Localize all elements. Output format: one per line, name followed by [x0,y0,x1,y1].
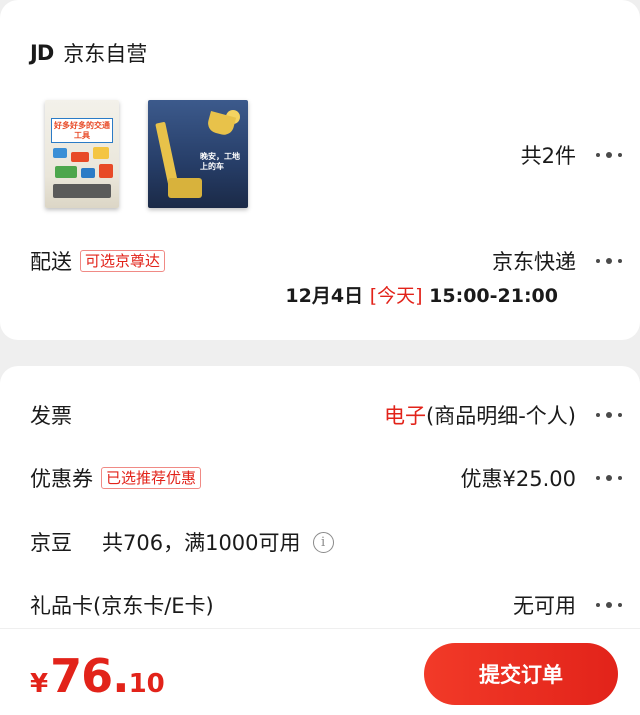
delivery-row[interactable]: 配送 可选京尊达 京东快递 [30,246,622,276]
jd-beans-row[interactable]: 京豆 共706，满1000可用 i [30,527,622,557]
more-icon[interactable] [596,251,622,271]
invoice-type: 电子 [384,404,427,428]
coupon-value: 优惠¥25.00 [460,467,576,491]
more-icon[interactable] [596,468,622,488]
gift-card-row[interactable]: 礼品卡(京东卡/E卡) 无可用 [30,590,622,620]
jd-beans-detail: 共706，满1000可用 [102,531,301,555]
delivery-window: 15:00-21:00 [429,285,558,307]
store-name: 京东自营 [63,42,148,66]
price-decimal: 10 [128,669,165,699]
more-icon[interactable] [596,405,622,425]
delivery-time: 12月4日 [今天] 15:00-21:00 [285,281,558,308]
invoice-label: 发票 [30,404,72,428]
delivery-today: [今天] [369,285,423,307]
digger-illustration [168,178,202,198]
invoice-detail: (商品明细-个人) [426,404,576,428]
more-icon[interactable] [596,145,622,165]
submit-order-button[interactable]: 提交订单 [424,643,618,705]
store-header[interactable]: JD 京东自营 [30,38,147,68]
total-price: ¥ 76. 10 [30,653,165,699]
gift-card-value: 无可用 [513,594,576,618]
info-icon[interactable]: i [312,531,334,553]
jd-beans-label: 京豆 [30,531,72,555]
delivery-date: 12月4日 [285,285,364,307]
delivery-tag[interactable]: 可选京尊达 [80,250,166,272]
item-count-row[interactable]: 共2件 [30,140,622,170]
checkout-bar: ¥ 76. 10 提交订单 [0,628,640,715]
more-icon[interactable] [596,595,622,615]
store-card: JD 京东自营 好多好多的交通工具 晚安，工地上的车 共2件 配送 可选京尊达 … [0,0,640,340]
jd-logo: JD [30,41,54,65]
coupon-row[interactable]: 优惠券 已选推荐优惠 优惠¥25.00 [30,463,622,493]
currency-symbol: ¥ [30,669,49,699]
book-illustration [53,184,111,198]
invoice-row[interactable]: 发票 电子 (商品明细-个人) [30,400,622,430]
gift-card-label: 礼品卡(京东卡/E卡) [30,594,214,618]
delivery-method: 京东快递 [492,250,576,274]
item-count: 共2件 [520,144,576,168]
coupon-label: 优惠券 [30,467,93,491]
price-integer: 76. [50,649,129,703]
delivery-label: 配送 [30,250,72,274]
coupon-tag: 已选推荐优惠 [101,467,202,489]
